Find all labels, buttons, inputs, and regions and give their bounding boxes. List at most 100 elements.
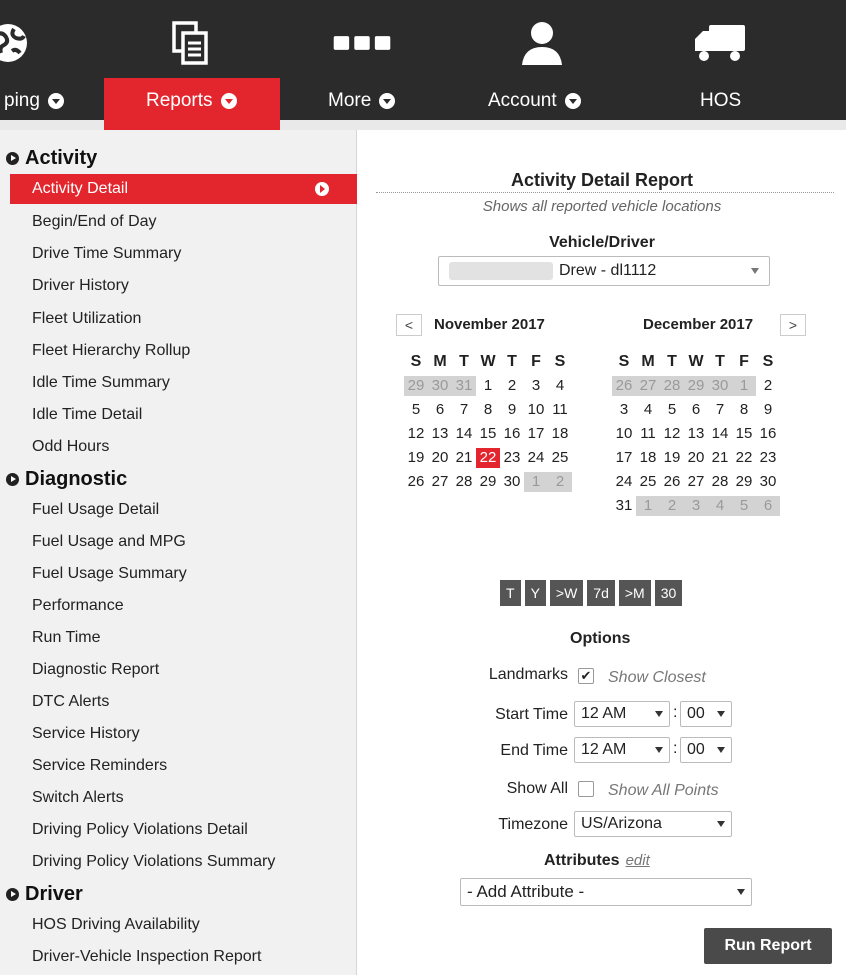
menu-item-fuel-usage-summary[interactable]: Fuel Usage Summary (32, 565, 187, 583)
quick-range-button[interactable]: T (500, 580, 521, 606)
calendar-day[interactable]: 22 (732, 448, 756, 468)
menu-item-fuel-usage-detail[interactable]: Fuel Usage Detail (32, 501, 159, 519)
menu-item-switch-alerts[interactable]: Switch Alerts (32, 789, 124, 807)
calendar-day[interactable]: 24 (612, 472, 636, 492)
menu-item-hos-driving-availability[interactable]: HOS Driving Availability (32, 916, 200, 934)
calendar-day[interactable]: 16 (500, 424, 524, 444)
nav-tab-account[interactable]: Account (470, 0, 620, 120)
calendar-day[interactable]: 5 (660, 400, 684, 420)
calendar-day[interactable]: 29 (476, 472, 500, 492)
calendar-day[interactable]: 19 (660, 448, 684, 468)
show-all-checkbox[interactable] (578, 781, 594, 797)
calendar-day[interactable]: 21 (452, 448, 476, 468)
calendar-day[interactable]: 28 (660, 376, 684, 396)
calendar-day[interactable]: 2 (548, 472, 572, 492)
calendar-day[interactable]: 30 (500, 472, 524, 492)
menu-item-fuel-usage-and-mpg[interactable]: Fuel Usage and MPG (32, 533, 186, 551)
calendar-day[interactable]: 17 (612, 448, 636, 468)
calendar-day[interactable]: 5 (404, 400, 428, 420)
calendar-day[interactable]: 21 (708, 448, 732, 468)
calendar-day[interactable]: 11 (636, 424, 660, 444)
menu-item-run-time[interactable]: Run Time (32, 629, 100, 647)
calendar-day[interactable]: 29 (732, 472, 756, 492)
calendar-day[interactable]: 14 (708, 424, 732, 444)
calendar-day[interactable]: 14 (452, 424, 476, 444)
menu-item-begin-end-of-day[interactable]: Begin/End of Day (32, 213, 157, 231)
calendar-day[interactable]: 27 (636, 376, 660, 396)
calendar-day[interactable]: 9 (756, 400, 780, 420)
quick-range-button[interactable]: 7d (587, 580, 615, 606)
calendar-day[interactable]: 3 (684, 496, 708, 516)
menu-section-driver[interactable]: Driver (6, 883, 83, 906)
menu-item-odd-hours[interactable]: Odd Hours (32, 438, 109, 456)
timezone-select[interactable]: US/Arizona (574, 811, 732, 837)
calendar-day[interactable]: 4 (708, 496, 732, 516)
menu-section-diagnostic[interactable]: Diagnostic (6, 468, 127, 491)
calendar-day[interactable]: 10 (524, 400, 548, 420)
calendar-day[interactable]: 5 (732, 496, 756, 516)
menu-item-driving-policy-violations-summary[interactable]: Driving Policy Violations Summary (32, 853, 275, 871)
calendar-day[interactable]: 4 (636, 400, 660, 420)
nav-tab-mapping[interactable]: ping (0, 0, 100, 120)
calendar-day[interactable]: 26 (660, 472, 684, 492)
menu-item-drive-time-summary[interactable]: Drive Time Summary (32, 245, 181, 263)
calendar-day[interactable]: 6 (756, 496, 780, 516)
calendar-day[interactable]: 7 (452, 400, 476, 420)
calendar-day[interactable]: 30 (756, 472, 780, 492)
calendar-day[interactable]: 26 (612, 376, 636, 396)
vehicle-driver-select[interactable]: Drew - dl1112 (438, 256, 770, 286)
calendar-day[interactable]: 30 (708, 376, 732, 396)
end-minute-select[interactable]: 00 (680, 737, 732, 763)
calendar-day[interactable]: 10 (612, 424, 636, 444)
calendar-day[interactable]: 15 (732, 424, 756, 444)
calendar-day[interactable]: 13 (428, 424, 452, 444)
end-hour-select[interactable]: 12 AM (574, 737, 670, 763)
calendar-day[interactable]: 2 (500, 376, 524, 396)
nav-tab-more[interactable]: More (300, 0, 430, 120)
calendar-day[interactable]: 15 (476, 424, 500, 444)
calendar-day[interactable]: 27 (684, 472, 708, 492)
quick-range-button[interactable]: Y (524, 580, 546, 606)
landmarks-checkbox[interactable]: ✔ (578, 668, 594, 684)
attributes-edit-link[interactable]: edit (626, 852, 650, 869)
menu-item-driver-history[interactable]: Driver History (32, 277, 129, 295)
calendar-day[interactable]: 20 (684, 448, 708, 468)
calendar-day[interactable]: 31 (612, 496, 636, 516)
calendar-day[interactable]: 28 (452, 472, 476, 492)
calendar-day[interactable]: 2 (660, 496, 684, 516)
calendar-day[interactable]: 17 (524, 424, 548, 444)
calendar-day[interactable]: 27 (428, 472, 452, 492)
calendar-day[interactable]: 7 (708, 400, 732, 420)
menu-item-diagnostic-report[interactable]: Diagnostic Report (32, 661, 159, 679)
start-hour-select[interactable]: 12 AM (574, 701, 670, 727)
prev-month-button[interactable]: < (396, 314, 422, 336)
calendar-day[interactable]: 6 (684, 400, 708, 420)
add-attribute-select[interactable]: - Add Attribute - (460, 878, 752, 906)
calendar-day[interactable]: 8 (732, 400, 756, 420)
menu-item-activity-detail[interactable]: Activity Detail (10, 174, 357, 204)
calendar-day[interactable]: 25 (548, 448, 572, 468)
calendar-day[interactable]: 16 (756, 424, 780, 444)
calendar-day[interactable]: 30 (428, 376, 452, 396)
quick-range-button[interactable]: >M (618, 580, 651, 606)
calendar-day[interactable]: 1 (636, 496, 660, 516)
calendar-day[interactable]: 12 (660, 424, 684, 444)
calendar-day[interactable]: 29 (404, 376, 428, 396)
calendar-day[interactable]: 25 (636, 472, 660, 492)
menu-item-fleet-hierarchy-rollup[interactable]: Fleet Hierarchy Rollup (32, 342, 190, 360)
calendar-day[interactable]: 2 (756, 376, 780, 396)
menu-item-driving-policy-violations-detail[interactable]: Driving Policy Violations Detail (32, 821, 248, 839)
calendar-day[interactable]: 13 (684, 424, 708, 444)
calendar-day[interactable]: 23 (500, 448, 524, 468)
nav-tab-hos[interactable]: HOS (660, 0, 780, 120)
calendar-day[interactable]: 29 (684, 376, 708, 396)
calendar-day[interactable]: 28 (708, 472, 732, 492)
calendar-day[interactable]: 26 (404, 472, 428, 492)
menu-item-dtc-alerts[interactable]: DTC Alerts (32, 693, 109, 711)
calendar-day[interactable]: 31 (452, 376, 476, 396)
nav-tab-reports[interactable]: Reports (104, 78, 280, 130)
calendar-day[interactable]: 20 (428, 448, 452, 468)
calendar-day[interactable]: 11 (548, 400, 572, 420)
menu-item-performance[interactable]: Performance (32, 597, 124, 615)
menu-item-service-history[interactable]: Service History (32, 725, 140, 743)
